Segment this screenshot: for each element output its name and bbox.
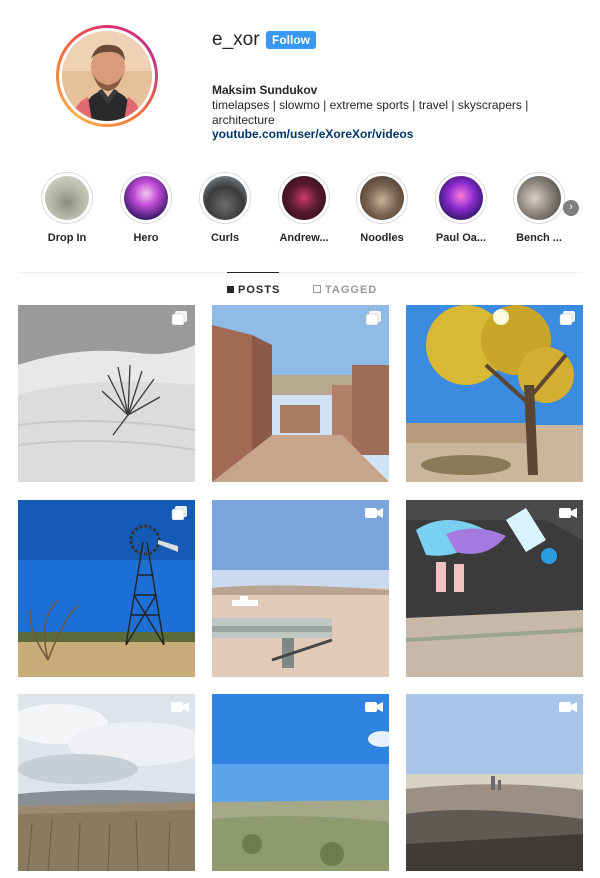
profile-avatar bbox=[62, 31, 152, 121]
carousel-icon bbox=[171, 311, 187, 325]
tab-posts-label: POSTS bbox=[238, 284, 281, 296]
highlight-label: Bench ... bbox=[516, 232, 562, 244]
carousel-icon bbox=[365, 311, 381, 325]
post-tile-1[interactable] bbox=[18, 305, 195, 482]
highlight-ring bbox=[278, 172, 330, 224]
highlight-thumbnail bbox=[360, 176, 404, 220]
profile-bio: timelapses | slowmo | extreme sports | t… bbox=[212, 98, 529, 127]
highlight-ring bbox=[356, 172, 408, 224]
profile-website-link[interactable]: youtube.com/user/eXoreXor/videos bbox=[212, 127, 413, 141]
highlight-ring bbox=[513, 172, 565, 224]
highlight-label: Curls bbox=[210, 232, 240, 244]
tab-tagged[interactable]: TAGGED bbox=[313, 284, 377, 296]
post-tile-8[interactable] bbox=[212, 694, 389, 871]
video-icon bbox=[171, 702, 189, 712]
post-tile-4[interactable] bbox=[18, 500, 195, 677]
post-tile-6[interactable] bbox=[406, 500, 583, 677]
grid-icon bbox=[227, 286, 234, 293]
video-icon bbox=[365, 702, 383, 712]
highlight-ring bbox=[41, 172, 93, 224]
highlight-label: Drop In bbox=[47, 232, 87, 244]
highlight-curls[interactable]: Curls bbox=[189, 172, 261, 244]
video-icon bbox=[365, 508, 383, 518]
tab-tagged-label: TAGGED bbox=[325, 284, 378, 296]
highlight-thumbnail bbox=[282, 176, 326, 220]
highlight-thumbnail bbox=[124, 176, 168, 220]
highlight-noodles[interactable]: Noodles bbox=[346, 172, 418, 244]
highlight-hero[interactable]: Hero bbox=[110, 172, 182, 244]
highlight-thumbnail bbox=[45, 176, 89, 220]
post-image-tree-ruins bbox=[406, 305, 583, 482]
highlight-ring bbox=[199, 172, 251, 224]
tag-icon bbox=[313, 285, 321, 293]
post-tile-9[interactable] bbox=[406, 694, 583, 871]
highlight-label: Paul Oa... bbox=[435, 232, 487, 244]
highlight-thumbnail bbox=[439, 176, 483, 220]
highlight-ring bbox=[435, 172, 487, 224]
profile-avatar-ring[interactable] bbox=[56, 25, 158, 127]
highlight-paul[interactable]: Paul Oa... bbox=[425, 172, 497, 244]
post-image-graffiti-wall bbox=[406, 500, 583, 677]
highlight-andrew[interactable]: Andrew... bbox=[268, 172, 340, 244]
post-image-white-sands bbox=[18, 305, 195, 482]
highlight-ring bbox=[120, 172, 172, 224]
post-image-city-overlook bbox=[406, 694, 583, 871]
tabs-divider bbox=[18, 272, 583, 273]
profile-username: e_xor bbox=[212, 29, 260, 50]
carousel-icon bbox=[559, 311, 575, 325]
highlights-next-arrow-icon[interactable]: › bbox=[563, 200, 579, 216]
tab-posts[interactable]: POSTS bbox=[227, 284, 280, 296]
post-image-blue-sky-plains bbox=[212, 694, 389, 871]
post-tile-2[interactable] bbox=[212, 305, 389, 482]
follow-button[interactable]: Follow bbox=[266, 31, 316, 49]
post-image-pueblo-street bbox=[212, 305, 389, 482]
highlight-drop-in[interactable]: Drop In bbox=[31, 172, 103, 244]
post-image-cloudy-valley bbox=[18, 694, 195, 871]
post-tile-3[interactable] bbox=[406, 305, 583, 482]
post-tile-7[interactable] bbox=[18, 694, 195, 871]
carousel-icon bbox=[171, 506, 187, 520]
post-image-airport bbox=[212, 500, 389, 677]
video-icon bbox=[559, 702, 577, 712]
highlight-thumbnail bbox=[203, 176, 247, 220]
highlight-label: Andrew... bbox=[279, 232, 329, 244]
post-tile-5[interactable] bbox=[212, 500, 389, 677]
active-tab-indicator bbox=[227, 272, 279, 273]
post-image-windmill bbox=[18, 500, 195, 677]
highlight-thumbnail bbox=[517, 176, 561, 220]
highlight-label: Noodles bbox=[360, 232, 404, 244]
highlight-label: Hero bbox=[133, 232, 159, 244]
video-icon bbox=[559, 508, 577, 518]
profile-full-name: Maksim Sundukov bbox=[212, 83, 318, 97]
